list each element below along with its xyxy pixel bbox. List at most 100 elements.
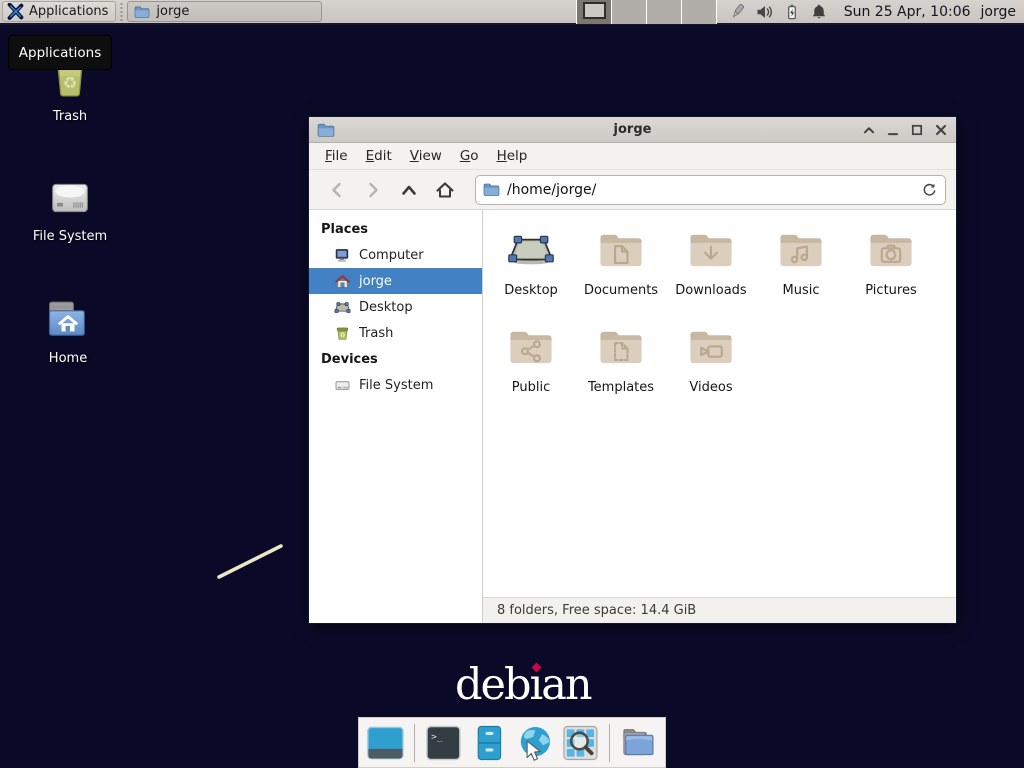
window-title: jorge [309,122,956,137]
chevron-up-icon [399,180,419,200]
home-button[interactable] [429,175,461,205]
dock-file-folder-icon[interactable] [619,723,658,763]
chevron-left-icon [327,180,347,200]
folder-item-label: Music [783,283,820,298]
svg-text:>_: >_ [431,731,443,742]
path-bar[interactable]: /home/jorge/ [475,175,946,205]
videos-folder-icon [685,319,737,377]
templates-folder-icon [595,319,647,377]
desktop-folder-icon [505,222,557,280]
menu-help[interactable]: Help [488,144,537,168]
dock-separator [414,724,415,762]
taskbar-folder-icon [134,4,150,20]
reload-button[interactable] [921,181,938,198]
panel-clock[interactable]: Sun 25 Apr, 10:06 [844,4,971,20]
desktop-icon-label: Home [49,351,87,366]
drive-big-icon [44,172,96,224]
minimize-button[interactable] [886,123,900,137]
dock-terminal-icon[interactable]: >_ [424,723,463,763]
maximize-button[interactable] [910,123,924,137]
xfce-logo-icon [7,3,24,20]
sidebar: PlacesComputerjorgeDesktop♻TrashDevicesF… [309,210,483,623]
panel-user-label[interactable]: jorge [981,4,1016,20]
sidebar-item-trash[interactable]: ♻ Trash [309,320,482,346]
logo-letter-i: ı [530,660,542,710]
debian-wallpaper-logo: debıan [455,660,591,710]
dock-file-cabinet-icon[interactable] [470,723,509,763]
desktop-icon-label: File System [33,229,107,244]
workspace-cell-4[interactable] [682,0,717,24]
folder-item-label: Pictures [865,283,916,298]
svg-text:♻: ♻ [340,331,346,339]
applications-menu-label: Applications [29,4,108,19]
menu-go[interactable]: Go [451,144,488,168]
sidebar-item-label: Computer [359,248,424,263]
workspace-cell-2[interactable] [612,0,647,24]
desktop-icon-home[interactable]: Home [12,294,124,366]
desktop-stray-line [210,538,290,584]
sidebar-item-label: Desktop [359,300,413,315]
battery-charging-icon[interactable] [783,3,801,21]
shade-button[interactable] [862,123,876,137]
file-view[interactable]: DesktopDocuments Downloads Music Pictures Pu… [483,210,956,623]
folder-item-music[interactable]: Music [756,222,846,319]
window-folder-icon [317,121,335,139]
desktop-icon-file-system[interactable]: File System [14,172,126,244]
dock-web-browser-icon[interactable] [515,723,554,763]
workspace-cell-3[interactable] [647,0,682,24]
sidebar-item-label: jorge [359,274,392,289]
menu-file[interactable]: File [316,144,357,168]
folder-item-videos[interactable]: Videos [666,319,756,416]
window-titlebar[interactable]: jorge [309,117,956,143]
svg-text:♻: ♻ [63,73,78,92]
sidebar-item-jorge[interactable]: jorge [309,268,482,294]
sidebar-item-label: File System [359,378,433,393]
tablet-stylus-icon[interactable] [729,3,747,21]
folder-item-desktop[interactable]: Desktop [486,222,576,319]
folder-item-documents[interactable]: Documents [576,222,666,319]
notifications-icon[interactable] [810,3,828,21]
menu-edit[interactable]: Edit [357,144,401,168]
dock-app-finder-icon[interactable] [561,723,600,763]
downloads-folder-icon [685,222,737,280]
folder-item-pictures[interactable]: Pictures [846,222,936,319]
tooltip-text: Applications [19,45,101,61]
panel-right-area: Sun 25 Apr, 10:06 jorge [576,0,1020,23]
sidebar-item-desktop[interactable]: Desktop [309,294,482,320]
workspace-switcher[interactable] [576,0,717,24]
pathbar-folder-icon [483,181,500,198]
trash-small-icon: ♻ [334,325,351,342]
dock: >_ [358,717,666,768]
folder-item-label: Videos [689,380,732,395]
folder-item-label: Templates [588,380,654,395]
close-button[interactable] [934,123,948,137]
chevron-right-icon [363,180,383,200]
folder-item-templates[interactable]: Templates [576,319,666,416]
drive-small-icon [334,377,351,394]
window-buttons [862,123,948,137]
dock-separator [609,724,610,762]
volume-icon[interactable] [756,3,774,21]
sidebar-item-label: Trash [359,326,393,341]
forward-button[interactable] [357,175,389,205]
folder-item-downloads[interactable]: Downloads [666,222,756,319]
folder-item-label: Downloads [675,283,746,298]
documents-folder-icon [595,222,647,280]
folder-item-public[interactable]: Public [486,319,576,416]
sidebar-item-file-system[interactable]: File System [309,372,482,398]
applications-menu-button[interactable]: Applications [2,1,116,22]
panel-handle[interactable] [119,3,124,21]
menu-view[interactable]: View [401,144,451,168]
up-button[interactable] [393,175,425,205]
back-button[interactable] [321,175,353,205]
taskbar-window-button[interactable]: jorge [127,1,322,22]
system-tray [729,3,828,21]
home-red-icon [334,273,351,290]
home-nav-icon [435,180,455,200]
dock-show-desktop-icon[interactable] [366,723,405,763]
current-path: /home/jorge/ [507,182,596,198]
sidebar-item-computer[interactable]: Computer [309,242,482,268]
status-bar: 8 folders, Free space: 14.4 GiB [483,597,956,623]
workspace-cell-1[interactable] [577,0,612,24]
public-folder-icon [505,319,557,377]
